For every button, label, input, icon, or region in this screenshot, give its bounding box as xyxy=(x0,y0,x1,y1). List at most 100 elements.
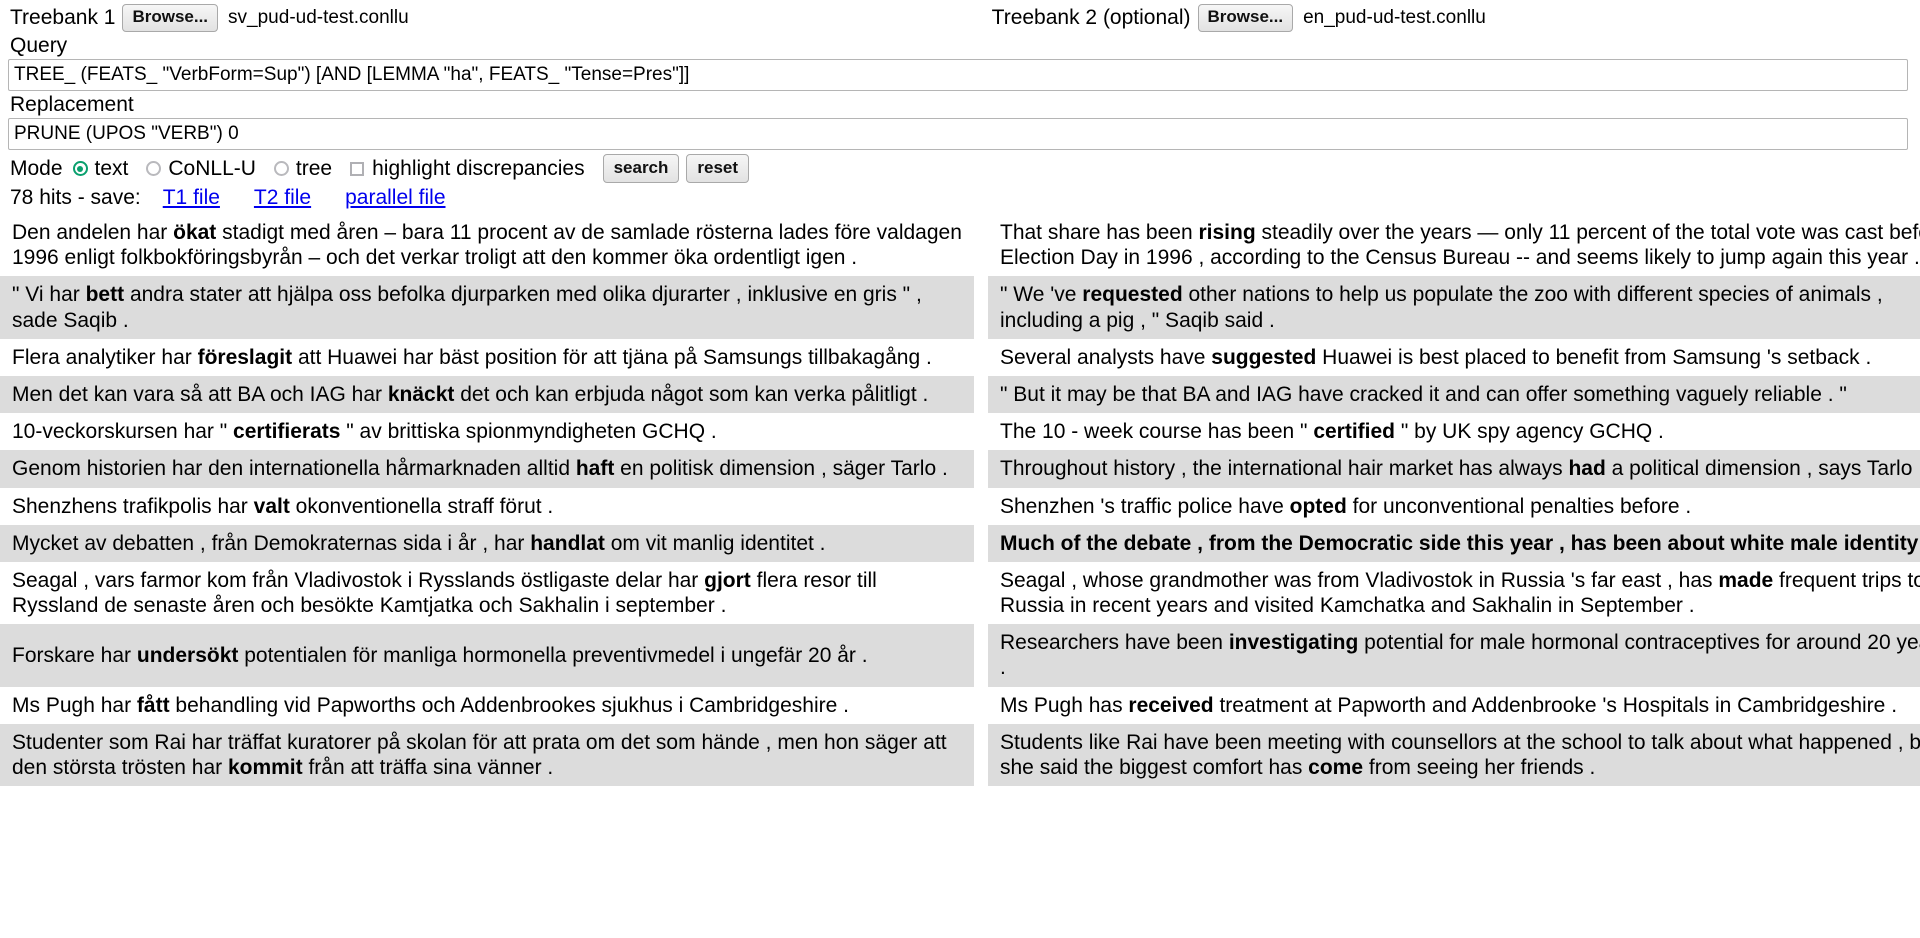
hits-save-row: 78 hits - save: T1 file T2 file parallel… xyxy=(0,184,1920,214)
treebank-1-filename: sv_pud-ud-test.conllu xyxy=(228,7,409,28)
treebank-2-browse-button[interactable]: Browse... xyxy=(1197,4,1294,32)
query-label: Query xyxy=(10,34,68,57)
match-highlight: certifierats xyxy=(233,420,341,444)
mode-option-conllu-label: CoNLL-U xyxy=(168,156,256,180)
result-sentence: " But it may be that BA and IAG have cra… xyxy=(1000,382,1847,406)
query-input[interactable] xyxy=(8,59,1908,91)
highlight-discrepancies-option[interactable]: highlight discrepancies xyxy=(350,157,585,181)
reset-button[interactable]: reset xyxy=(686,153,750,184)
treebank-1-browse-button[interactable]: Browse... xyxy=(122,4,219,32)
match-highlight: Much of the debate , from the Democratic… xyxy=(1000,531,1920,555)
hits-count-text: 78 hits - save: xyxy=(10,186,141,209)
column-gap xyxy=(974,561,988,625)
match-highlight: handlat xyxy=(530,531,605,555)
result-cell-treebank1: Shenzhens trafikpolis har valt okonventi… xyxy=(0,488,974,525)
table-row: Flera analytiker har föreslagit att Huaw… xyxy=(0,338,1920,376)
result-sentence: Shenzhens trafikpolis har valt okonventi… xyxy=(12,494,554,518)
result-cell-treebank2: That share has been rising steadily over… xyxy=(988,214,1920,276)
result-cell-treebank2: Students like Rai have been meeting with… xyxy=(988,724,1920,786)
result-cell-treebank1: Ms Pugh har fått behandling vid Papworth… xyxy=(0,687,974,724)
match-highlight: gjort xyxy=(704,568,751,592)
match-highlight: made xyxy=(1718,568,1774,592)
table-row: Ms Pugh har fått behandling vid Papworth… xyxy=(0,686,1920,724)
treebank-1-label: Treebank 1 xyxy=(10,6,116,29)
match-highlight: valt xyxy=(253,494,290,518)
column-gap xyxy=(974,450,988,488)
result-cell-treebank2: Ms Pugh has received treatment at Papwor… xyxy=(988,687,1920,724)
replacement-input[interactable] xyxy=(8,118,1908,150)
result-sentence: Den andelen har ökat stadigt med åren – … xyxy=(12,221,962,270)
result-cell-treebank1: Studenter som Rai har träffat kuratorer … xyxy=(0,724,974,786)
match-highlight: bett xyxy=(85,283,125,307)
save-parallel-file-link[interactable]: parallel file xyxy=(345,186,445,210)
match-highlight: received xyxy=(1128,693,1214,717)
result-sentence: Mycket av debatten , från Demokraternas … xyxy=(12,531,826,555)
result-sentence: The 10 - week course has been " certifie… xyxy=(1000,420,1664,444)
table-row: Shenzhens trafikpolis har valt okonventi… xyxy=(0,487,1920,525)
match-highlight: haft xyxy=(575,457,615,481)
match-highlight: föreslagit xyxy=(197,345,293,369)
column-gap xyxy=(974,413,988,451)
match-highlight: come xyxy=(1308,756,1364,779)
result-sentence: Men det kan vara så att BA och IAG har k… xyxy=(12,382,929,406)
result-cell-treebank2: Shenzhen 's traffic police have opted fo… xyxy=(988,488,1920,525)
table-row: 10-veckorskursen har " certifierats " av… xyxy=(0,413,1920,451)
match-highlight: had xyxy=(1568,457,1606,481)
radio-text-icon[interactable] xyxy=(72,161,88,176)
match-highlight: rising xyxy=(1198,221,1256,244)
result-sentence: Forskare har undersökt potentialen för m… xyxy=(12,643,868,667)
result-sentence: Much of the debate , from the Democratic… xyxy=(1000,532,1920,555)
result-cell-treebank2: The 10 - week course has been " certifie… xyxy=(988,413,1920,450)
mode-option-tree-label: tree xyxy=(295,156,333,180)
result-sentence: Ms Pugh har fått behandling vid Papworth… xyxy=(12,693,849,717)
result-cell-treebank1: Seagal , vars farmor kom från Vladivosto… xyxy=(0,562,974,624)
match-highlight: fått xyxy=(136,693,170,717)
result-sentence: 10-veckorskursen har " certifierats " av… xyxy=(12,420,717,444)
results-table: Den andelen har ökat stadigt med åren – … xyxy=(0,214,1920,787)
result-sentence: That share has been rising steadily over… xyxy=(1000,221,1920,270)
match-highlight: requested xyxy=(1082,283,1183,307)
table-row: Genom historien har den internationella … xyxy=(0,450,1920,488)
result-sentence: Seagal , whose grandmother was from Vlad… xyxy=(1000,568,1920,618)
match-highlight: suggested xyxy=(1211,345,1317,369)
save-t2-file-link[interactable]: T2 file xyxy=(254,186,311,210)
result-sentence: Flera analytiker har föreslagit att Huaw… xyxy=(12,345,932,369)
results-body: Den andelen har ökat stadigt med åren – … xyxy=(0,214,1920,787)
mode-option-conllu[interactable]: CoNLL-U xyxy=(146,157,256,181)
result-sentence: Several analysts have suggested Huawei i… xyxy=(1000,345,1872,369)
result-cell-treebank2: Throughout history , the international h… xyxy=(988,450,1920,487)
result-sentence: Studenter som Rai har träffat kuratorer … xyxy=(12,730,947,779)
mode-option-text[interactable]: text xyxy=(72,156,129,181)
replacement-label: Replacement xyxy=(10,93,134,116)
result-sentence: Seagal , vars farmor kom från Vladivosto… xyxy=(12,568,877,618)
match-highlight: investigating xyxy=(1228,631,1359,655)
result-sentence: " Vi har bett andra stater att hjälpa os… xyxy=(12,283,922,332)
result-sentence: Throughout history , the international h… xyxy=(1000,457,1920,481)
search-button[interactable]: search xyxy=(602,153,680,184)
match-highlight: opted xyxy=(1289,494,1347,518)
treebank-2-group: Treebank 2 (optional) Browse... en_pud-u… xyxy=(992,4,1486,32)
mode-option-tree[interactable]: tree xyxy=(273,156,333,181)
mode-option-text-label: text xyxy=(94,156,129,180)
table-row: Forskare har undersökt potentialen för m… xyxy=(0,624,1920,687)
radio-tree-icon[interactable] xyxy=(273,161,289,176)
save-t1-file-link[interactable]: T1 file xyxy=(163,186,220,210)
radio-conllu-icon[interactable] xyxy=(146,161,162,176)
result-sentence: Shenzhen 's traffic police have opted fo… xyxy=(1000,494,1692,518)
mode-row: Mode text CoNLL-U tree highlight discrep… xyxy=(0,150,1920,184)
column-gap xyxy=(974,624,988,687)
table-row: Studenter som Rai har träffat kuratorer … xyxy=(0,723,1920,787)
table-row: Den andelen har ökat stadigt med åren – … xyxy=(0,214,1920,277)
column-gap xyxy=(974,214,988,277)
match-highlight: kommit xyxy=(227,756,303,779)
column-gap xyxy=(974,375,988,414)
result-cell-treebank1: Den andelen har ökat stadigt med åren – … xyxy=(0,214,974,276)
match-highlight: knäckt xyxy=(387,382,455,406)
result-sentence: Genom historien har den internationella … xyxy=(12,457,948,481)
result-sentence: Researchers have been investigating pote… xyxy=(1000,631,1920,680)
result-cell-treebank1: Men det kan vara så att BA och IAG har k… xyxy=(0,376,974,413)
table-row: Mycket av debatten , från Demokraternas … xyxy=(0,524,1920,562)
column-gap xyxy=(974,524,988,562)
checkbox-icon[interactable] xyxy=(350,161,365,176)
result-cell-treebank1: Genom historien har den internationella … xyxy=(0,450,974,487)
